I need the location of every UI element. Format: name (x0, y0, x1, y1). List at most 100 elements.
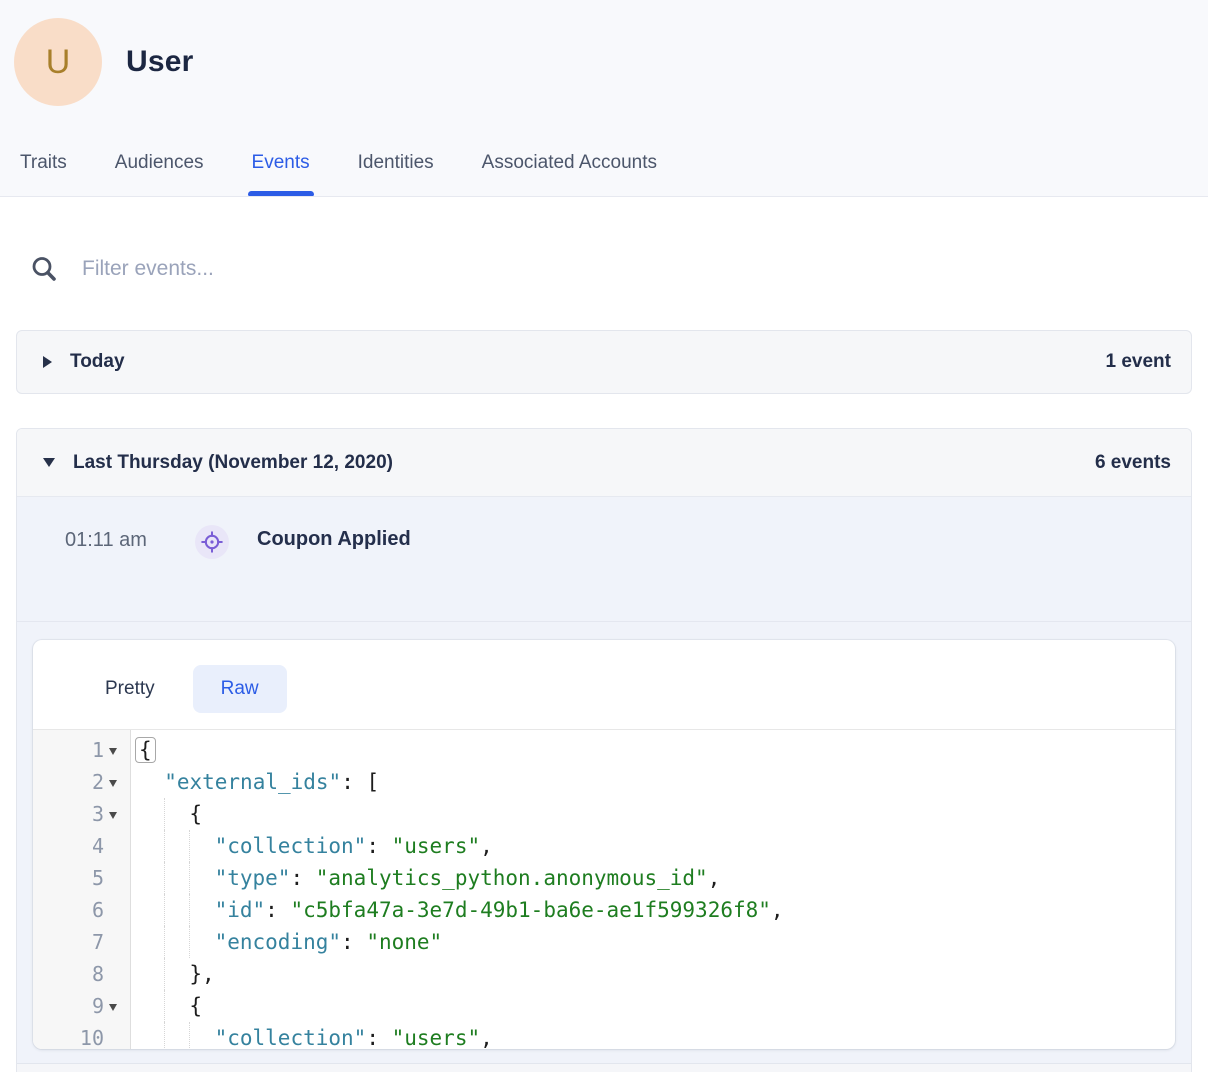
line-number: 9 (92, 990, 104, 1022)
json-punct: : [ (341, 770, 379, 794)
chevron-down-icon[interactable] (43, 458, 55, 467)
event-payload-card: PrettyRaw 12345678910 {"external_ids": [… (33, 640, 1175, 1049)
json-punct: : (366, 1026, 391, 1049)
gutter-row: 8 (33, 958, 130, 990)
gutter-row: 2 (33, 766, 130, 798)
json-key: "collection" (215, 1026, 367, 1049)
json-string: "analytics_python.anonymous_id" (316, 866, 708, 890)
event-time: 01:11 am (65, 529, 163, 552)
target-icon (201, 531, 223, 553)
group-event-count: 6 events (1095, 452, 1171, 474)
json-punct: : (265, 898, 290, 922)
gutter-row: 10 (33, 1022, 130, 1049)
line-number: 5 (92, 862, 104, 894)
fold-slot (104, 830, 122, 862)
tab-audiences[interactable]: Audiences (115, 152, 204, 196)
avatar-initial: U (46, 43, 71, 82)
gutter-row: 6 (33, 894, 130, 926)
json-punct: , (708, 866, 721, 890)
filter-events-input[interactable] (80, 256, 724, 282)
profile-identity: U User (0, 0, 1208, 106)
json-punct: , (771, 898, 784, 922)
indent-guide (164, 958, 165, 990)
json-punct: : (290, 866, 315, 890)
json-key: "collection" (215, 834, 367, 858)
gutter-row: 4 (33, 830, 130, 862)
event-group-today[interactable]: Today 1 event (16, 330, 1192, 394)
line-number: 10 (80, 1022, 104, 1049)
indent-guide (189, 830, 190, 862)
json-punct: , (480, 834, 493, 858)
code-line: "collection": "users", (139, 830, 1175, 862)
event-icon-badge (195, 525, 229, 559)
indent-guide (164, 862, 165, 894)
avatar: U (14, 18, 102, 106)
code-line: { (139, 990, 1175, 1022)
indent-guide (164, 798, 165, 830)
view-toggle-pretty[interactable]: Pretty (77, 665, 183, 713)
search-icon (30, 255, 58, 283)
json-string: "users" (392, 1026, 481, 1049)
tab-associated-accounts[interactable]: Associated Accounts (482, 152, 657, 196)
code-line: "type": "analytics_python.anonymous_id", (139, 862, 1175, 894)
fold-caret-icon[interactable] (109, 1004, 117, 1011)
code-line: "encoding": "none" (139, 926, 1175, 958)
event-row-coupon-applied[interactable]: 01:11 am Coupon Applied (17, 497, 1191, 622)
chevron-right-icon[interactable] (43, 356, 52, 368)
line-number: 7 (92, 926, 104, 958)
view-toggle-raw[interactable]: Raw (193, 665, 287, 713)
json-punct: { (189, 802, 202, 826)
event-name: Coupon Applied (257, 528, 411, 551)
json-key: "type" (215, 866, 291, 890)
editor-gutter: 12345678910 (33, 730, 131, 1049)
profile-tabs: Traits Audiences Events Identities Associate… (0, 152, 1208, 196)
indent-guide (164, 990, 165, 1022)
json-string: "none" (366, 930, 442, 954)
fold-caret-icon[interactable] (109, 748, 117, 755)
json-string: "users" (392, 834, 481, 858)
json-punct: : (366, 834, 391, 858)
gutter-row: 7 (33, 926, 130, 958)
fold-slot (104, 958, 122, 990)
group-title: Last Thursday (November 12, 2020) (73, 452, 393, 474)
json-punct: : (341, 930, 366, 954)
json-punct: { (135, 737, 156, 763)
group-header[interactable]: Last Thursday (November 12, 2020) 6 even… (17, 429, 1191, 497)
line-number: 3 (92, 798, 104, 830)
gutter-row: 9 (33, 990, 130, 1022)
gutter-row: 5 (33, 862, 130, 894)
tab-traits[interactable]: Traits (20, 152, 67, 196)
json-key: "id" (215, 898, 266, 922)
indent-guide (164, 894, 165, 926)
line-number: 8 (92, 958, 104, 990)
payload-view-toggle: PrettyRaw (33, 640, 1175, 729)
fold-caret-icon[interactable] (109, 812, 117, 819)
gutter-row: 3 (33, 798, 130, 830)
code-line: "external_ids": [ (139, 766, 1175, 798)
indent-guide (164, 830, 165, 862)
tab-events[interactable]: Events (252, 152, 310, 196)
code-line: { (139, 734, 1175, 766)
line-number: 1 (92, 734, 104, 766)
indent-guide (189, 894, 190, 926)
line-number: 2 (92, 766, 104, 798)
group-title: Today (70, 351, 125, 373)
tab-identities[interactable]: Identities (358, 152, 434, 196)
code-line: }, (139, 958, 1175, 990)
fold-slot (104, 894, 122, 926)
json-punct: }, (189, 962, 214, 986)
json-punct: { (189, 994, 202, 1018)
indent-guide (189, 1022, 190, 1049)
page-title: User (126, 45, 194, 79)
fold-slot (104, 1022, 122, 1049)
json-string: "c5bfa47a-3e7d-49b1-ba6e-ae1f599326f8" (290, 898, 770, 922)
code-line: "collection": "users", (139, 1022, 1175, 1049)
fold-caret-icon[interactable] (109, 780, 117, 787)
next-section-partial (17, 1063, 1191, 1072)
fold-slot (104, 926, 122, 958)
json-key: "encoding" (215, 930, 341, 954)
fold-slot (104, 766, 122, 798)
indent-guide (164, 1022, 165, 1049)
fold-slot (104, 798, 122, 830)
line-number: 6 (92, 894, 104, 926)
